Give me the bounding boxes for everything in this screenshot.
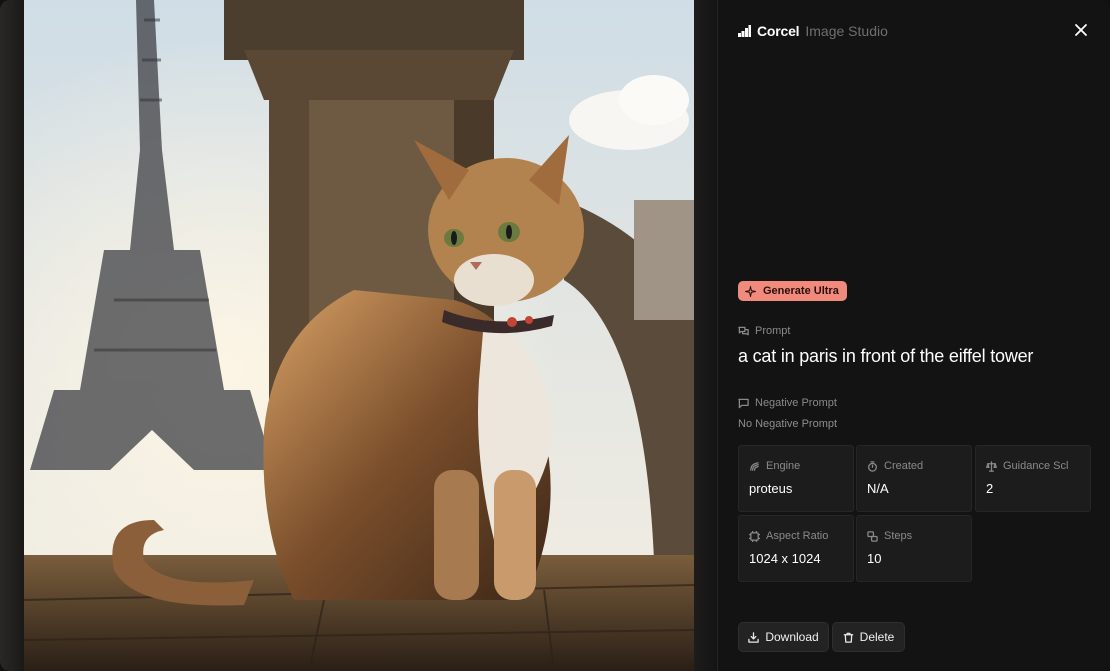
generated-image-illustration [24, 0, 694, 671]
download-button[interactable]: Download [738, 622, 829, 652]
delete-label: Delete [859, 630, 895, 644]
detail-label: Aspect Ratio [766, 530, 829, 542]
close-button[interactable] [1069, 18, 1093, 42]
detail-card-created: Created N/A [856, 445, 972, 512]
timer-icon [868, 460, 877, 472]
message-square-icon [738, 398, 749, 408]
detail-card-aspect-ratio: Aspect Ratio 1024 x 1024 [738, 515, 854, 582]
detail-label: Steps [884, 530, 913, 542]
trash-icon [843, 632, 853, 643]
download-label: Download [765, 630, 819, 644]
bars-logo-icon [738, 25, 751, 37]
details-panel: Corcel Image Studio Generate Ultra Promp… [719, 0, 1110, 671]
detail-card-steps: Steps 10 [856, 515, 972, 582]
prompt-label: Prompt [738, 325, 790, 337]
detail-label: Guidance Scl [1003, 460, 1069, 472]
prompt-text: a cat in paris in front of the eiffel to… [738, 346, 1034, 366]
generate-ultra-button[interactable]: Generate Ultra [738, 281, 847, 301]
aspect-icon [749, 530, 760, 542]
panel-divider [694, 0, 718, 671]
detail-value: 10 [867, 551, 882, 566]
detail-label: Engine [766, 460, 801, 472]
negative-prompt-label: Negative Prompt [738, 397, 837, 409]
generate-ultra-label: Generate Ultra [763, 285, 839, 297]
brand: Corcel Image Studio [738, 22, 888, 40]
scale-icon [986, 460, 997, 472]
steps-icon [867, 530, 878, 542]
delete-button[interactable]: Delete [832, 622, 905, 652]
detail-card-guidance: Guidance Scl 2 [975, 445, 1091, 512]
engine-icon [750, 461, 759, 471]
download-icon [748, 631, 760, 643]
close-icon [1075, 24, 1087, 36]
detail-value: proteus [749, 481, 793, 496]
detail-value: 1024 x 1024 [749, 551, 821, 566]
brand-subtitle: Image Studio [805, 23, 888, 39]
detail-card-engine: Engine proteus [738, 445, 854, 512]
prompt-label-text: Prompt [755, 325, 791, 337]
sparkle-icon [745, 285, 756, 297]
generated-image[interactable] [24, 0, 694, 671]
detail-value: N/A [867, 481, 889, 496]
negative-prompt-text: No Negative Prompt [738, 418, 838, 430]
brand-name: Corcel [757, 23, 800, 39]
chat-icon [738, 326, 749, 335]
detail-label: Created [884, 460, 924, 472]
negative-prompt-label-text: Negative Prompt [755, 397, 837, 409]
detail-value: 2 [986, 481, 994, 496]
image-viewer-modal: Corcel Image Studio Generate Ultra Promp… [0, 0, 1110, 671]
